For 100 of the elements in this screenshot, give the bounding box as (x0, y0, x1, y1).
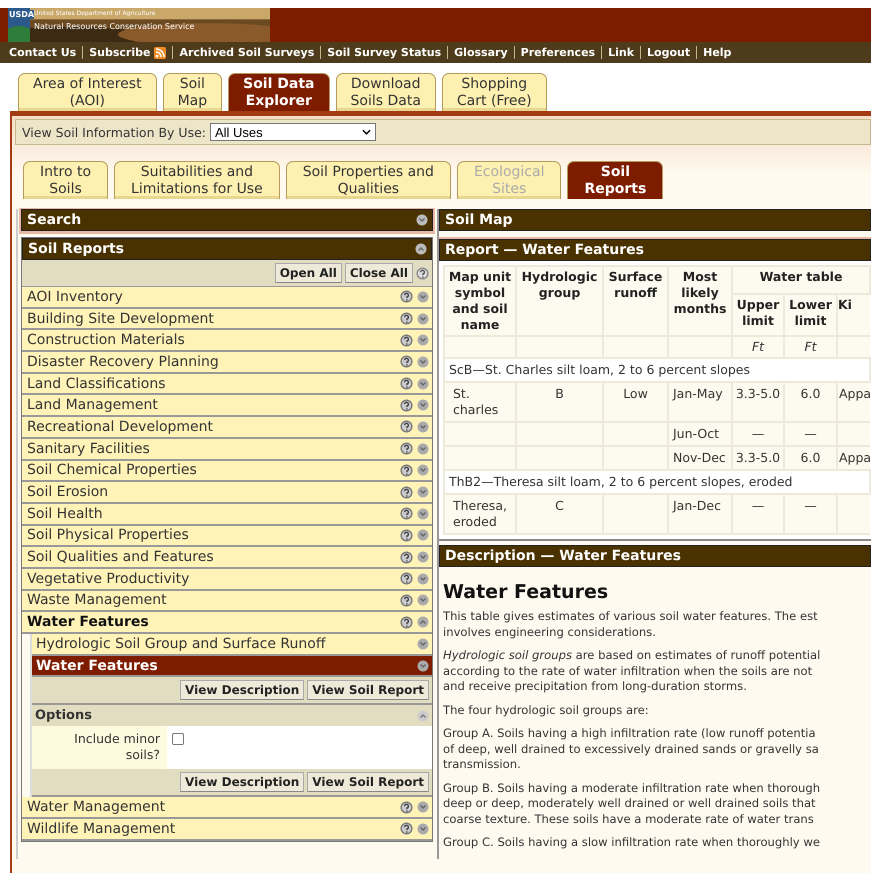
nav-link[interactable]: Subscribe (89, 46, 150, 59)
toggle-icon[interactable] (417, 616, 429, 628)
help-icon[interactable] (400, 377, 413, 390)
toggle-icon[interactable] (417, 334, 429, 346)
help-icon[interactable] (400, 398, 413, 412)
main-tab[interactable]: Shopping Cart (Free) (442, 73, 547, 111)
help-icon[interactable] (416, 266, 429, 280)
column-header: Upper limit (732, 294, 784, 336)
report-category[interactable]: Water Management (22, 797, 432, 820)
toolbar-button[interactable]: Open All (274, 263, 342, 283)
caret-icon (362, 129, 371, 135)
toggle-icon[interactable] (417, 464, 429, 476)
toggle-icon[interactable] (417, 594, 429, 606)
help-icon[interactable] (400, 442, 413, 456)
report-category[interactable]: Soil Health (22, 504, 432, 526)
toggle-icon[interactable] (417, 290, 429, 303)
report-category[interactable]: AOI Inventory (22, 287, 432, 309)
report-category[interactable]: Disaster Recovery Planning (22, 352, 432, 374)
report-category[interactable]: Wildlife Management (22, 819, 432, 841)
checkbox[interactable] (172, 733, 184, 746)
rss-icon[interactable] (154, 46, 166, 58)
toggle-icon[interactable] (417, 801, 429, 814)
table-cell: B (516, 382, 603, 422)
nav-link[interactable]: Soil Survey Status (327, 46, 442, 59)
help-icon[interactable] (400, 312, 413, 326)
report-category[interactable]: Land Management (22, 395, 432, 418)
toggle-icon[interactable] (417, 572, 429, 585)
help-icon[interactable] (400, 464, 413, 477)
toggle-icon[interactable] (417, 399, 429, 412)
help-icon[interactable] (400, 290, 413, 304)
nav-link[interactable]: Glossary (454, 46, 508, 59)
report-category[interactable]: Soil Physical Properties (22, 526, 432, 548)
toggle-icon[interactable] (417, 822, 429, 835)
sub-tab[interactable]: Intro to Soils (23, 161, 108, 199)
map-unit-row: ThB2—Theresa silt loam, 2 to 6 percent slopes, eroded (444, 470, 870, 494)
toggle-icon[interactable] (417, 356, 429, 368)
toolbar-button[interactable]: View Description (180, 772, 304, 792)
main-tab[interactable]: Soil Data Explorer (228, 73, 330, 111)
sub-tab[interactable]: Suitabilities and Limitations for Use (114, 161, 280, 199)
nav-link[interactable]: Preferences (520, 46, 596, 59)
panel-header[interactable]: Search (21, 209, 433, 231)
report-category[interactable]: Vegetative Productivity (22, 568, 432, 591)
toggle-icon[interactable] (417, 638, 429, 650)
toggle-icon[interactable] (417, 442, 429, 455)
report-category[interactable]: Soil Qualities and Features (22, 547, 432, 569)
panel-header[interactable]: Report — Water Features (439, 239, 871, 261)
toolbar-button[interactable]: Close All (344, 263, 413, 283)
report-category[interactable]: Recreational Development (22, 417, 432, 439)
report-category[interactable]: Waste Management (22, 590, 432, 612)
toggle-icon[interactable] (417, 551, 429, 564)
help-icon[interactable] (400, 822, 413, 836)
panel-header[interactable]: Soil Map (439, 209, 871, 231)
toggle-icon[interactable] (416, 214, 428, 226)
toolbar-button[interactable]: View Description (180, 680, 304, 700)
help-icon[interactable] (400, 594, 413, 607)
nav-link[interactable]: Archived Soil Surveys (179, 46, 314, 59)
report-item[interactable]: Hydrologic Soil Group and Surface Runoff (32, 634, 432, 656)
toggle-icon[interactable] (417, 529, 429, 542)
help-icon[interactable] (400, 420, 413, 434)
nav-link[interactable]: Contact Us (9, 46, 76, 59)
toggle-icon[interactable] (415, 243, 427, 255)
use-select[interactable]: All Uses (210, 123, 376, 141)
report-category[interactable]: Construction Materials (22, 330, 432, 352)
help-icon[interactable] (400, 507, 413, 520)
nav-link[interactable]: Logout (647, 46, 690, 59)
help-icon[interactable] (400, 355, 413, 368)
table-cell (444, 446, 516, 470)
toggle-icon[interactable] (417, 486, 429, 498)
sub-tab[interactable]: Soil Reports (567, 161, 664, 199)
main-tab[interactable]: Area of Interest (AOI) (18, 73, 157, 111)
report-category[interactable]: Soil Chemical Properties (22, 460, 432, 482)
report-item[interactable]: Water Features (32, 656, 432, 678)
toggle-icon[interactable] (417, 508, 429, 520)
toolbar-button[interactable]: View Soil Report (307, 680, 429, 700)
help-icon[interactable] (400, 800, 413, 814)
help-icon[interactable] (400, 616, 413, 629)
main-tab[interactable]: Download Soils Data (336, 73, 436, 111)
toggle-icon[interactable] (417, 312, 429, 325)
report-category[interactable]: Land Classifications (22, 374, 432, 396)
nav-link[interactable]: Link (608, 46, 634, 59)
toggle-icon[interactable] (417, 378, 429, 390)
main-tab[interactable]: Soil Map (162, 73, 222, 111)
report-category[interactable]: Soil Erosion (22, 482, 432, 504)
report-category[interactable]: Building Site Development (22, 308, 432, 330)
panel-header[interactable]: Description — Water Features (439, 545, 871, 567)
help-icon[interactable] (400, 528, 413, 542)
toolbar-button[interactable]: View Soil Report (307, 772, 429, 792)
sub-tab[interactable]: Soil Properties and Qualities (286, 161, 451, 199)
help-icon[interactable] (400, 486, 413, 499)
nav-link[interactable]: Help (703, 46, 732, 59)
panel-header[interactable]: Soil Reports (22, 238, 432, 260)
report-category[interactable]: Water Features (22, 612, 432, 634)
options-header[interactable]: Options (32, 705, 432, 726)
help-icon[interactable] (400, 550, 413, 564)
report-category[interactable]: Sanitary Facilities (22, 438, 432, 460)
toggle-icon[interactable] (417, 660, 429, 672)
toggle-icon[interactable] (417, 420, 429, 433)
toggle-icon[interactable] (417, 710, 429, 722)
help-icon[interactable] (400, 572, 413, 586)
help-icon[interactable] (400, 334, 413, 347)
